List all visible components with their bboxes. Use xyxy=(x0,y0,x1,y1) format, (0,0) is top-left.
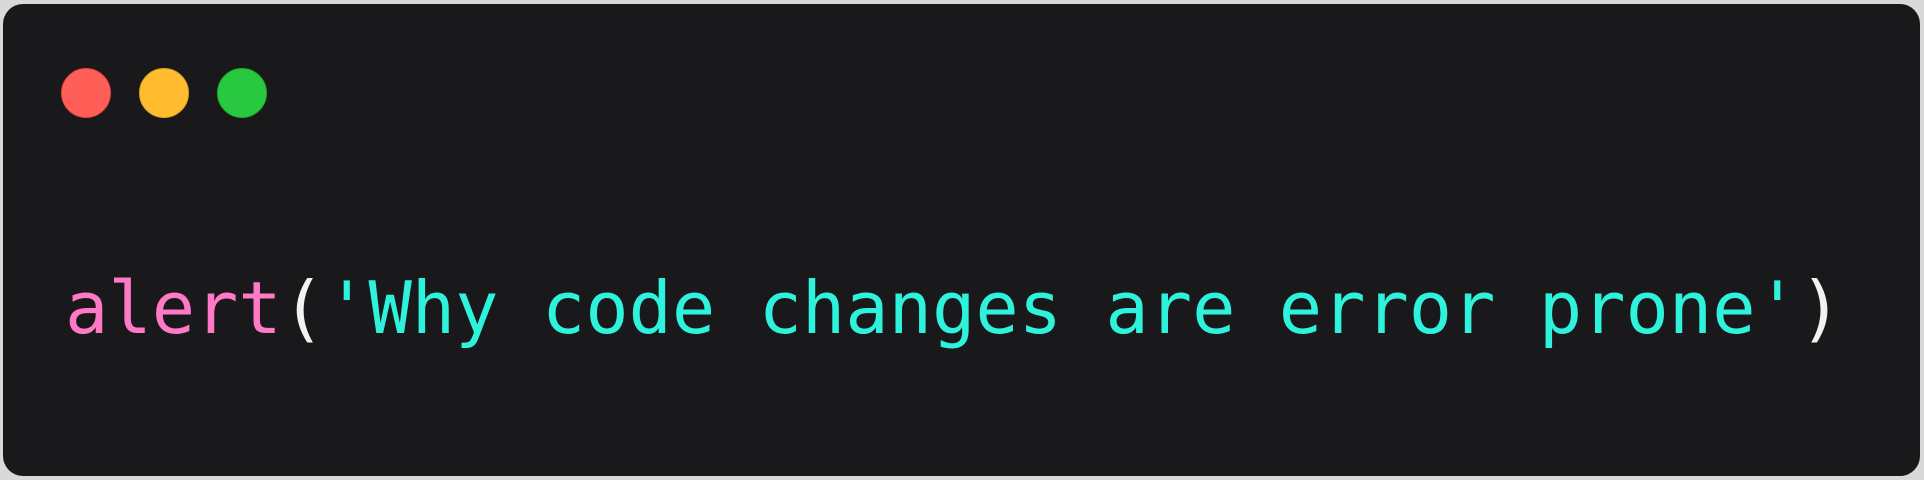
close-paren: ) xyxy=(1798,266,1843,350)
function-name: alert xyxy=(65,266,282,350)
close-button[interactable] xyxy=(61,68,111,118)
minimize-button[interactable] xyxy=(139,68,189,118)
code-line: alert('Why code changes are error prone'… xyxy=(65,258,1842,358)
zoom-button[interactable] xyxy=(217,68,267,118)
open-paren: ( xyxy=(281,266,326,350)
window-controls xyxy=(61,68,267,120)
string-literal: 'Why code changes are error prone' xyxy=(325,266,1799,350)
code-window: alert('Why code changes are error prone'… xyxy=(3,4,1920,476)
